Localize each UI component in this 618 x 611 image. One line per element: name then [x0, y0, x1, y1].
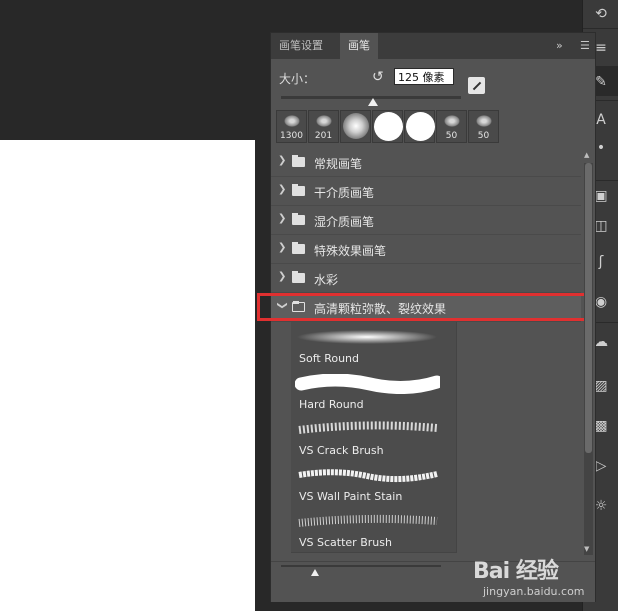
brush-folder[interactable]: ❯ 水彩 — [271, 264, 581, 293]
folder-label: 干介质画笔 — [314, 186, 375, 200]
hard-round-icon — [406, 112, 435, 141]
preset-brush[interactable] — [372, 110, 403, 143]
preview-size-slider-track[interactable] — [281, 565, 441, 567]
folder-icon — [292, 155, 305, 167]
preset-brush[interactable] — [404, 110, 435, 143]
brush-label: VS Crack Brush — [299, 444, 384, 457]
brush-label: Hard Round — [299, 398, 364, 411]
size-slider-thumb[interactable] — [368, 98, 378, 106]
brush-texture-icon — [476, 115, 492, 127]
preset-size: 50 — [477, 131, 490, 141]
scroll-down-icon[interactable]: ▼ — [584, 545, 589, 553]
folder-icon — [292, 213, 305, 225]
preset-size: 201 — [314, 131, 333, 141]
wall-paint-stroke-preview — [298, 469, 438, 483]
brush-list-scrollbar[interactable] — [584, 163, 593, 555]
brush-texture-icon — [316, 115, 332, 127]
folder-icon — [292, 271, 305, 283]
soft-round-icon — [343, 113, 369, 139]
chevron-right-icon[interactable]: ❯ — [278, 271, 286, 282]
brush-label: VS Wall Paint Stain — [299, 490, 403, 503]
brush-item[interactable]: VS Wall Paint Stain — [291, 460, 457, 507]
brush-label: Soft Round — [299, 352, 360, 365]
soft-stroke-preview — [297, 330, 437, 344]
brush-texture-icon — [284, 115, 300, 127]
crack-stroke-preview — [298, 421, 438, 434]
preset-size: 50 — [445, 131, 458, 141]
preset-brush[interactable] — [340, 110, 371, 143]
brush-item[interactable]: Hard Round — [291, 368, 457, 415]
folder-label: 常规画笔 — [314, 157, 363, 171]
preset-brush[interactable]: 50 — [468, 110, 499, 143]
folder-label: 湿介质画笔 — [314, 215, 375, 229]
watermark: Bai 经验 jingyan.baidu.com — [473, 553, 613, 609]
watermark-url: jingyan.baidu.com — [483, 585, 585, 598]
folder-label: 水彩 — [314, 273, 339, 287]
preset-brush[interactable]: 50 — [436, 110, 467, 143]
hard-round-icon — [374, 112, 403, 141]
chevron-right-icon[interactable]: ❯ — [278, 155, 286, 166]
canvas-pasteboard — [255, 140, 270, 611]
brush-item[interactable]: VS Scatter Brush — [291, 506, 457, 553]
scatter-stroke-preview — [298, 514, 438, 527]
preset-brush[interactable]: 1300 — [276, 110, 307, 143]
history-icon[interactable]: ⟲ — [593, 6, 609, 22]
watermark-logo: Bai 经验 — [473, 559, 559, 584]
brush-item[interactable]: VS Crack Brush — [291, 414, 457, 461]
preset-brush[interactable]: 201 — [308, 110, 339, 143]
brush-texture-icon — [444, 115, 460, 127]
document-canvas[interactable] — [0, 140, 255, 611]
folder-label: 特殊效果画笔 — [314, 244, 387, 258]
brush-label: VS Scatter Brush — [299, 536, 392, 549]
brush-folder[interactable]: ❯ 特殊效果画笔 — [271, 235, 581, 264]
scroll-up-icon[interactable]: ▲ — [584, 151, 589, 159]
brush-folder[interactable]: ❯ 干介质画笔 — [271, 177, 581, 206]
preview-size-slider-thumb[interactable] — [311, 569, 319, 576]
folder-icon — [292, 184, 305, 196]
brush-list: ❯ 常规画笔 ❯ 干介质画笔 ❯ 湿介质画笔 ❯ 特殊效果画笔 ❯ 水彩 ❯ 高… — [271, 148, 581, 558]
size-label: 大小： — [279, 72, 316, 86]
chevron-right-icon[interactable]: ❯ — [278, 184, 286, 195]
brush-folder[interactable]: ❯ 常规画笔 — [271, 148, 581, 177]
brushes-panel: 画笔设置 画笔 » ☰ 大小： ↺ 125 像素 1300 201 50 50 … — [257, 32, 596, 602]
collapse-icon[interactable]: » — [556, 33, 563, 59]
hard-stroke-preview — [295, 374, 440, 394]
scroll-thumb[interactable] — [585, 163, 592, 453]
highlight-annotation — [257, 293, 587, 321]
panel-menu-icon[interactable]: ☰ — [580, 33, 590, 59]
recent-brush-presets: 1300 201 50 50 — [276, 110, 500, 143]
brush-folder[interactable]: ❯ 湿介质画笔 — [271, 206, 581, 235]
brush-item[interactable]: Soft Round — [291, 322, 457, 369]
chevron-right-icon[interactable]: ❯ — [278, 242, 286, 253]
folder-icon — [292, 242, 305, 254]
panel-tabbar: 画笔设置 画笔 » ☰ — [271, 33, 595, 59]
tab-brush-settings[interactable]: 画笔设置 — [271, 33, 331, 59]
preset-size: 1300 — [280, 131, 303, 141]
separator — [583, 28, 618, 29]
reset-size-icon[interactable]: ↺ — [372, 69, 384, 85]
new-brush-icon[interactable] — [468, 77, 485, 94]
tab-brushes[interactable]: 画笔 — [340, 33, 378, 59]
chevron-right-icon[interactable]: ❯ — [278, 213, 286, 224]
size-input[interactable]: 125 像素 — [394, 68, 454, 85]
